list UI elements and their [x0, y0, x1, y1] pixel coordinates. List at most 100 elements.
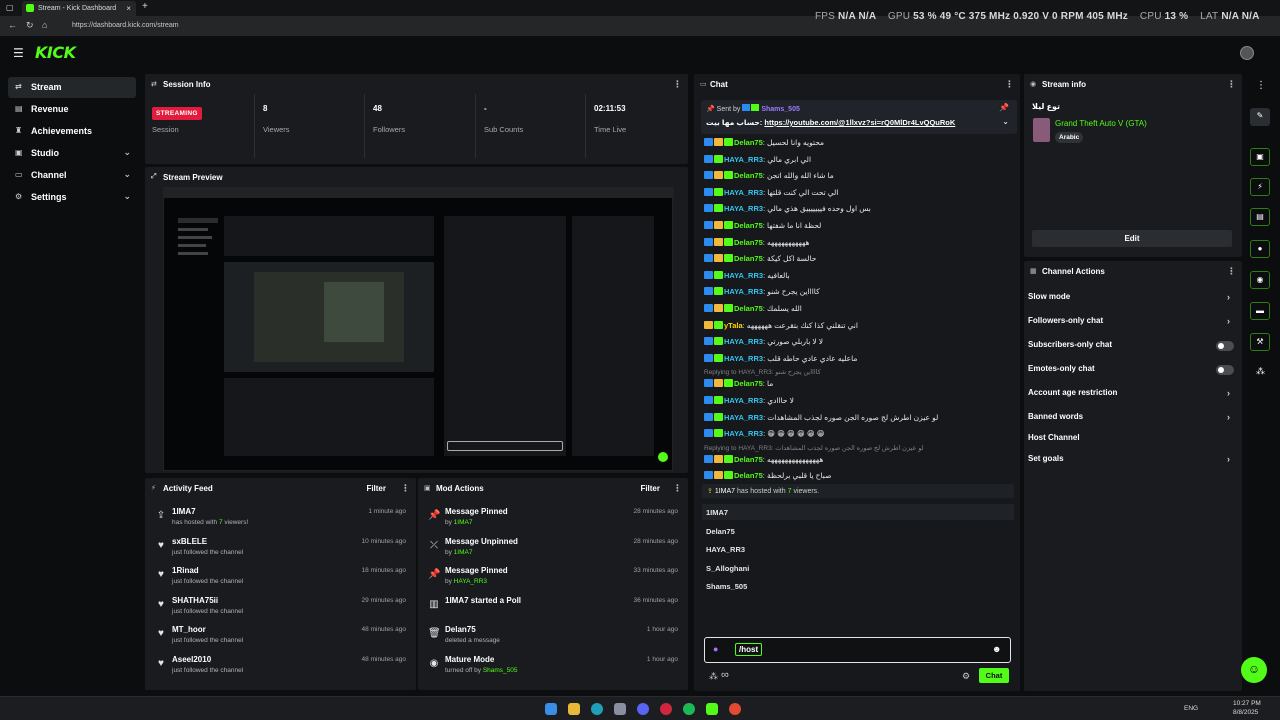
chat-message[interactable]: HAYA_RR3: ماعليه عادي عادي حاطه قلب: [704, 353, 1018, 368]
chat-message[interactable]: yTala: اني تنقلني كذا كنك بتقرعت ههههههه: [704, 320, 1018, 335]
more-icon[interactable]: ⋮: [1005, 79, 1014, 90]
broadcast-icon[interactable]: ◉: [1250, 271, 1270, 289]
channel-action-row[interactable]: Account age restriction ›: [1028, 388, 1234, 404]
user-suggestion[interactable]: HAYA_RR3: [706, 545, 745, 554]
more-icon[interactable]: ⋮: [673, 483, 682, 494]
kick-app-icon[interactable]: [706, 703, 718, 715]
card-icon[interactable]: ▬: [1250, 302, 1270, 320]
chat-username[interactable]: Delan75: [734, 471, 763, 480]
edge-icon[interactable]: [591, 703, 603, 715]
app-icon[interactable]: [614, 703, 626, 715]
user-suggestion[interactable]: S_Alloghani: [706, 564, 749, 573]
sidebar-item-achievements[interactable]: ♜ Achievements: [8, 121, 136, 142]
chat-username[interactable]: HAYA_RR3: [724, 413, 763, 422]
sidebar-item-revenue[interactable]: ▤ Revenue: [8, 99, 136, 120]
chat-message[interactable]: Delan75: ما شاء الله والله اتجن: [704, 171, 1018, 185]
chat-message[interactable]: Delan75: ما: [704, 379, 1018, 393]
sidebar-item-studio[interactable]: ▣ Studio ⌄: [8, 143, 136, 164]
chat-message[interactable]: HAYA_RR3: الي ابري مالي: [704, 154, 1018, 169]
channel-action-row[interactable]: Banned words ›: [1028, 412, 1234, 428]
chat-username[interactable]: HAYA_RR3: [724, 354, 763, 363]
pinned-link[interactable]: https://youtube.com/@1llxvz?si=rQ0MlDr4L…: [764, 118, 955, 127]
tab-actions-icon[interactable]: ▢: [6, 3, 14, 12]
gear-icon[interactable]: ⚙: [962, 671, 970, 682]
activity-user[interactable]: 1Rinad: [172, 566, 199, 575]
user-suggestion[interactable]: Shams_505: [706, 582, 747, 591]
chat-username[interactable]: HAYA_RR3: [724, 287, 763, 296]
chat-username[interactable]: HAYA_RR3: [724, 204, 763, 213]
chat-username[interactable]: yTala: [724, 321, 743, 330]
language-indicator[interactable]: ENG: [1184, 705, 1198, 712]
discord-icon[interactable]: [637, 703, 649, 715]
channel-action-row[interactable]: Followers-only chat ›: [1028, 316, 1234, 332]
chat-message[interactable]: Delan75: هههههههههههههههه: [704, 454, 1018, 469]
chat-username[interactable]: Delan75: [734, 254, 763, 263]
mic-icon[interactable]: ●: [713, 644, 718, 654]
camera-icon[interactable]: ▣: [1250, 148, 1270, 166]
pin-icon[interactable]: 📌: [999, 103, 1009, 112]
lightning-icon[interactable]: ⚡: [1250, 178, 1270, 196]
chat-username[interactable]: Delan75: [734, 379, 763, 388]
chat-message[interactable]: HAYA_RR3: بالعافيه: [704, 270, 1018, 285]
chat-username[interactable]: HAYA_RR3: [724, 188, 763, 197]
chat-message[interactable]: HAYA_RR3: بس اول وحده فيييييييق هذي مالي: [704, 204, 1018, 218]
new-tab-icon[interactable]: +: [142, 1, 148, 12]
more-icon[interactable]: ⋮: [1227, 266, 1236, 277]
chat-message[interactable]: HAYA_RR3: الي تحت الي كنت قلتها: [704, 187, 1018, 202]
chat-message[interactable]: HAYA_RR3: كااااين يجرح شنو: [704, 287, 1018, 301]
more-icon[interactable]: ⋮: [673, 79, 682, 90]
channel-action-row[interactable]: Subscribers-only chat: [1028, 340, 1234, 356]
chat-username[interactable]: Delan75: [734, 171, 763, 180]
chat-settings-icon[interactable]: ⁂: [709, 671, 718, 682]
kick-logo[interactable]: KICK: [35, 43, 76, 62]
sidebar-item-settings[interactable]: ⚙ Settings ⌄: [8, 187, 136, 208]
sidebar-item-channel[interactable]: ▭ Channel ⌄: [8, 165, 136, 186]
activity-user[interactable]: sxBLELE: [172, 537, 207, 546]
more-icon[interactable]: ⋮: [1227, 79, 1236, 90]
chat-message[interactable]: Delan75: حالسة اكل كيكة: [704, 254, 1018, 268]
chat-bubble-icon[interactable]: ●: [1250, 240, 1270, 258]
stream-preview-video[interactable]: [163, 187, 674, 471]
edit-button[interactable]: Edit: [1032, 230, 1232, 247]
emoji-icon[interactable]: ☻: [992, 644, 1001, 654]
chat-message[interactable]: HAYA_RR3: لو عيزن اطرش لج صوره الجن صوره…: [704, 412, 1018, 427]
more-icon[interactable]: ⋮: [401, 483, 410, 494]
back-icon[interactable]: ←: [8, 20, 17, 30]
toggle-switch[interactable]: [1216, 365, 1234, 375]
channel-action-row[interactable]: Slow mode ›: [1028, 292, 1234, 308]
send-chat-button[interactable]: Chat: [979, 668, 1009, 683]
explorer-icon[interactable]: [568, 703, 580, 715]
url-field[interactable]: https://dashboard.kick.com/stream: [64, 20, 764, 33]
chevron-down-icon[interactable]: ⌄: [1002, 117, 1009, 126]
chat-message[interactable]: Delan75: محتويه وانا لحسيل: [704, 138, 1018, 152]
chat-message[interactable]: HAYA_RR3: 😁 😁 😁 😁 😁 😁: [704, 429, 1018, 443]
channel-action-row[interactable]: Emotes-only chat: [1028, 364, 1234, 380]
filter-button[interactable]: Filter: [640, 484, 660, 493]
activity-user[interactable]: SHATHA75ii: [172, 596, 218, 605]
chat-username[interactable]: HAYA_RR3: [724, 271, 763, 280]
chat-message[interactable]: Delan75: الله يسلمك: [704, 304, 1018, 318]
user-suggestion[interactable]: 1IMA7: [706, 508, 728, 517]
toggle-switch[interactable]: [1216, 341, 1234, 351]
chat-username[interactable]: Delan75: [734, 238, 763, 247]
chat-username[interactable]: HAYA_RR3: [724, 155, 763, 164]
close-tab-icon[interactable]: ×: [126, 4, 131, 13]
chat-username[interactable]: HAYA_RR3: [724, 429, 763, 438]
chat-username[interactable]: Delan75: [734, 455, 763, 464]
start-icon[interactable]: [545, 703, 557, 715]
pinned-message[interactable]: 📌 Sent by Shams_505 حساب مها بيت: https:…: [701, 100, 1017, 134]
chat-command-value[interactable]: /host: [735, 643, 763, 656]
infinity-icon[interactable]: ∞: [721, 669, 729, 681]
channel-action-row[interactable]: Set goals ›: [1028, 454, 1234, 470]
chat-username[interactable]: Delan75: [734, 138, 763, 147]
chrome-icon[interactable]: [729, 703, 741, 715]
chat-message[interactable]: Delan75: لحظة انا ما شفتها: [704, 221, 1018, 235]
more-icon[interactable]: ⋮: [1256, 80, 1266, 91]
user-avatar[interactable]: [1240, 46, 1254, 60]
home-icon[interactable]: ⌂: [42, 20, 47, 30]
chat-message[interactable]: HAYA_RR3: لا لا باربلي صورتي: [704, 337, 1018, 351]
chat-username[interactable]: HAYA_RR3: [724, 396, 763, 405]
activity-user[interactable]: Aseel2010: [172, 655, 211, 664]
activity-user[interactable]: 1IMA7: [172, 507, 196, 516]
opera-icon[interactable]: [660, 703, 672, 715]
